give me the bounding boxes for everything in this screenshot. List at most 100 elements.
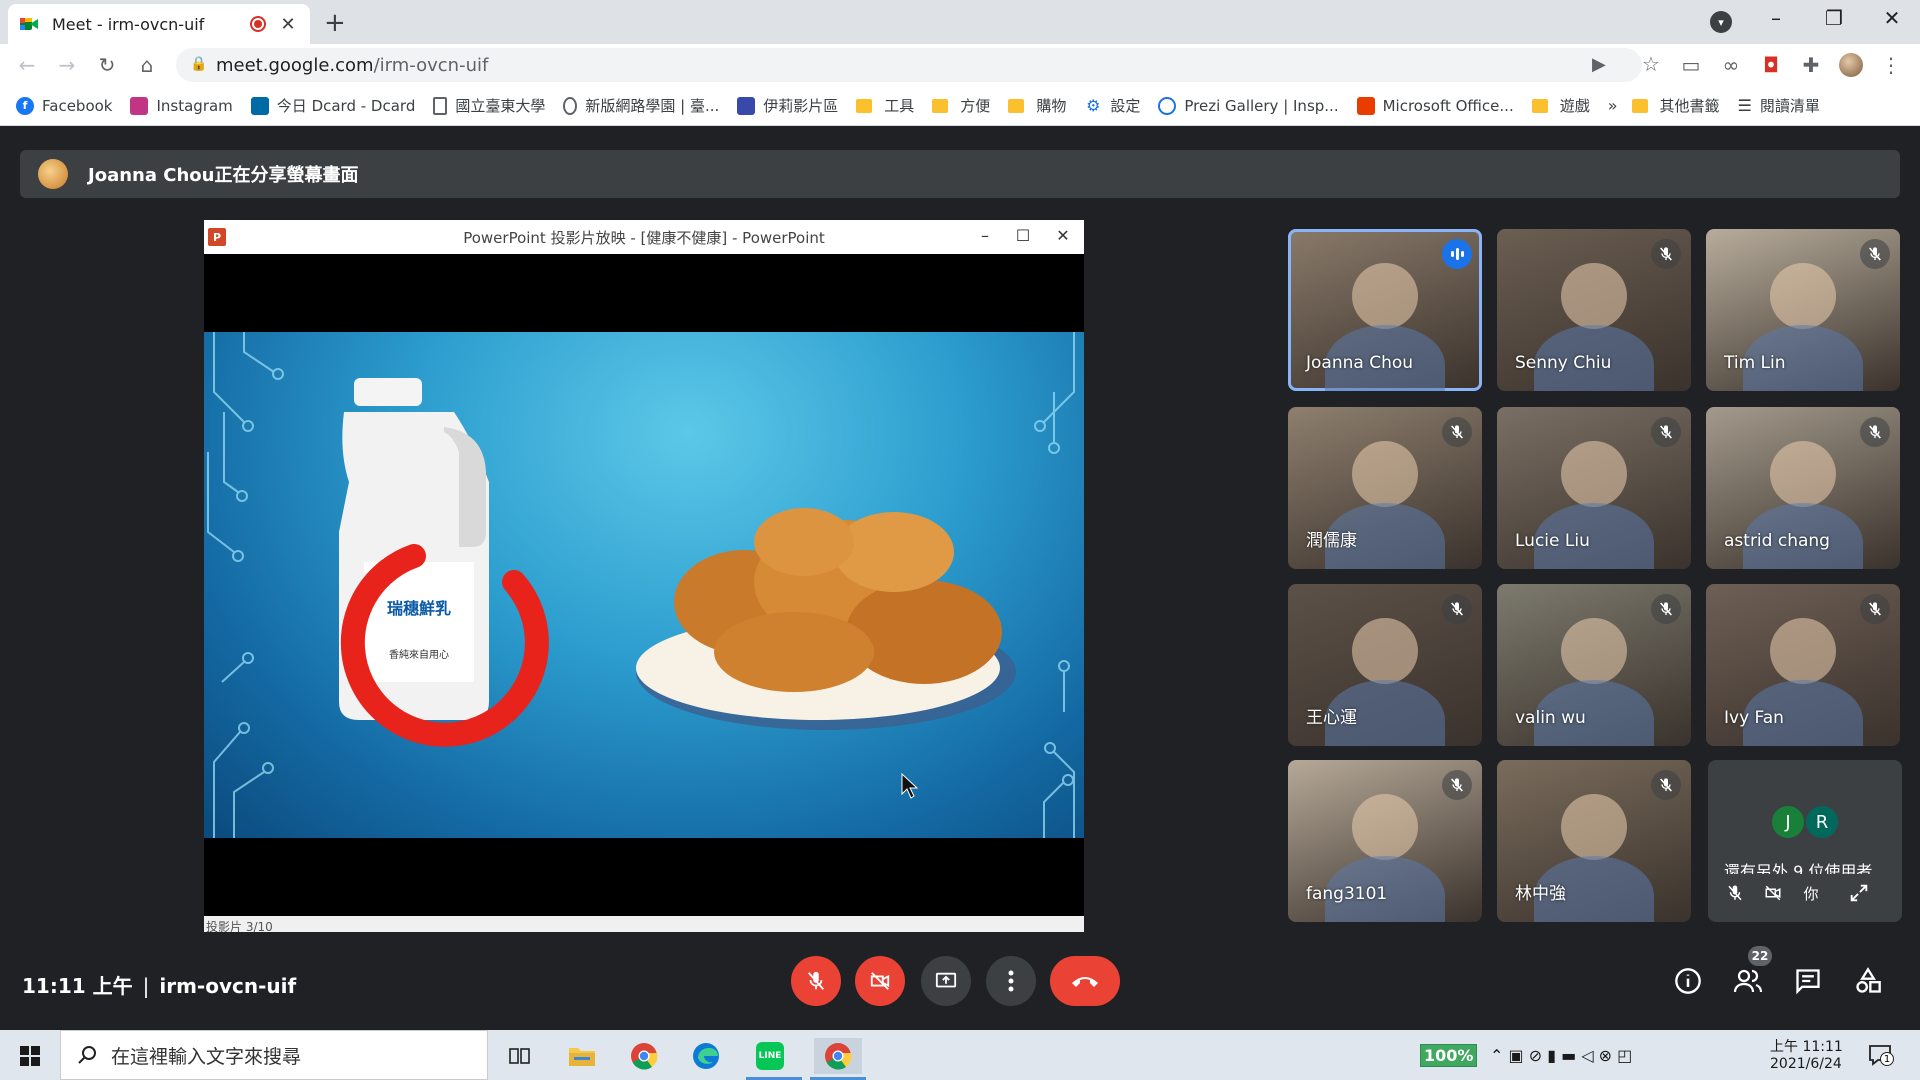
participant-video (1770, 263, 1836, 329)
home-icon[interactable]: ⌂ (132, 50, 162, 80)
participant-tile[interactable]: Tim Lin (1706, 229, 1900, 391)
bookmarks-more-icon[interactable]: » (1608, 96, 1618, 115)
participant-video (1352, 618, 1418, 684)
line-app-icon[interactable]: LINE (752, 1038, 788, 1074)
activities-button[interactable] (1851, 964, 1885, 998)
pocket-icon[interactable]: ◘ (1756, 50, 1786, 80)
dcard-icon (250, 96, 269, 115)
camera-toggle-button[interactable] (855, 956, 905, 1006)
mic-toggle-button[interactable] (791, 956, 841, 1006)
window-close-icon[interactable]: ✕ (1872, 6, 1912, 30)
reload-icon[interactable]: ↻ (92, 50, 122, 80)
other-participants-tile[interactable]: J R 還有另外 9 位使用者 你 (1708, 760, 1902, 922)
participant-tile[interactable]: 潤儒康 (1288, 407, 1482, 569)
bookmark-label: Facebook (42, 96, 113, 115)
tray-icons[interactable]: ⌃ ▣ ⊘ ▮ ▬ ◁ ⊗ ◰ (1490, 1046, 1632, 1065)
task-view-icon[interactable] (502, 1038, 538, 1074)
participant-count-badge: 22 (1748, 946, 1772, 966)
tab-close-icon[interactable]: ✕ (278, 14, 298, 35)
notification-center-icon[interactable]: 1 (1868, 1044, 1894, 1066)
participant-tile[interactable]: astrid chang (1706, 407, 1900, 569)
new-tab-button[interactable]: + (324, 8, 346, 38)
bookmark-item[interactable]: Microsoft Office... (1356, 96, 1514, 115)
participant-tile[interactable]: fang3101 (1288, 760, 1482, 922)
bookmark-item[interactable]: 新版網路學園 | 臺... (563, 95, 719, 116)
ppt-maximize-icon: ☐ (1015, 226, 1031, 245)
bookmark-label: 國立臺東大學 (455, 97, 546, 115)
bookmark-item[interactable]: 購物 (1008, 95, 1066, 116)
mic-off-icon (1651, 594, 1681, 624)
battery-indicator[interactable]: 100% (1420, 1044, 1478, 1067)
menu-icon[interactable]: ⋮ (1876, 50, 1906, 80)
mic-off-icon (807, 971, 825, 990)
lock-icon: 🔒 (190, 56, 208, 72)
tray-date: 2021/6/24 (1770, 1056, 1842, 1072)
chrome-icon[interactable] (626, 1038, 662, 1074)
participants-button[interactable] (1731, 964, 1765, 998)
mic-off-icon (1442, 417, 1472, 447)
bookmark-other[interactable]: 其他書籤 (1631, 95, 1720, 116)
participant-video (1561, 263, 1627, 329)
url-text: meet.google.com/irm-ovcn-uif (216, 54, 489, 76)
self-label: 你 (1803, 884, 1819, 903)
participant-tile[interactable]: Senny Chiu (1497, 229, 1691, 391)
expand-icon[interactable] (1844, 878, 1874, 908)
extensions-icon[interactable]: ✚ (1796, 50, 1826, 80)
bookmark-item[interactable]: ⚙ 設定 (1084, 95, 1140, 116)
bookmark-label: Instagram (156, 96, 233, 115)
participant-tile[interactable]: Ivy Fan (1706, 584, 1900, 746)
restore-icon[interactable]: ❐ (1814, 6, 1854, 30)
file-explorer-icon[interactable] (564, 1038, 600, 1074)
participant-tile[interactable]: 王心運 (1288, 584, 1482, 746)
participant-video (1561, 794, 1627, 860)
bookmark-label: 伊莉影片區 (763, 97, 839, 115)
profile-avatar[interactable] (1836, 50, 1866, 80)
tab-search-icon[interactable]: ▾ (1710, 11, 1732, 33)
bookmark-item[interactable]: 今日 Dcard - Dcard (250, 95, 415, 116)
bookmark-label: 方便 (960, 97, 991, 115)
address-bar[interactable]: 🔒 meet.google.com/irm-ovcn-uif ▶ ☆ (176, 48, 1660, 82)
back-icon[interactable]: ← (12, 50, 42, 80)
minimize-icon[interactable]: – (1756, 6, 1796, 30)
camera-in-use-icon[interactable]: ▶ (1592, 54, 1606, 75)
bookmark-item[interactable]: f Facebook (16, 96, 113, 115)
more-options-button[interactable] (986, 956, 1036, 1006)
participant-tile[interactable]: Joanna Chou (1288, 229, 1482, 391)
slide: 瑞穗鮮乳 香純來自用心 (204, 332, 1084, 838)
bookmarks-bar: f Facebook Instagram 今日 Dcard - Dcard 國立臺東大學… (0, 86, 1920, 126)
participant-tile[interactable]: Lucie Liu (1497, 407, 1691, 569)
mic-off-icon (1860, 417, 1890, 447)
participant-name: 林中強 (1515, 884, 1566, 904)
edge-icon[interactable] (688, 1038, 724, 1074)
chrome-meet-window-icon[interactable] (814, 1038, 862, 1074)
present-screen-button[interactable] (921, 956, 971, 1006)
participant-name: Lucie Liu (1515, 531, 1590, 551)
notification-count: 1 (1880, 1052, 1894, 1066)
windows-start-icon[interactable] (20, 1046, 40, 1066)
taskbar-search-input[interactable]: 在這裡輸入文字來搜尋 (60, 1030, 488, 1080)
reading-list[interactable]: ☰ 閱讀清單 (1738, 95, 1820, 116)
bookmark-item[interactable]: Prezi Gallery | Insp... (1158, 96, 1339, 115)
tab-meet[interactable]: Meet - irm-ovcn-uif ✕ (8, 4, 310, 44)
present-icon (935, 972, 957, 988)
eyny-icon (737, 96, 756, 115)
bookmark-item[interactable]: 伊莉影片區 (737, 95, 838, 116)
meeting-details-button[interactable] (1671, 964, 1705, 998)
chat-button[interactable] (1791, 964, 1825, 998)
leave-call-button[interactable] (1050, 956, 1120, 1006)
participant-video (1561, 618, 1627, 684)
bookmark-item[interactable]: 方便 (932, 95, 990, 116)
bookmark-star-icon[interactable]: ☆ (1642, 52, 1660, 76)
reading-list-icon: ☰ (1737, 96, 1752, 115)
extension-link-icon[interactable]: ∞ (1716, 50, 1746, 80)
bookmark-item[interactable]: 國立臺東大學 (433, 95, 545, 116)
bookmark-item[interactable]: Instagram (130, 96, 233, 115)
forward-icon[interactable]: → (52, 50, 82, 80)
participant-tile[interactable]: valin wu (1497, 584, 1691, 746)
participant-tile[interactable]: 林中強 (1497, 760, 1691, 922)
fried-chicken-plate (636, 508, 1016, 730)
bookmark-item[interactable]: 遊戲 (1531, 95, 1590, 116)
camera-off-icon (870, 972, 890, 990)
cast-icon[interactable]: ▭ (1676, 50, 1706, 80)
bookmark-item[interactable]: 工具 (856, 95, 914, 116)
